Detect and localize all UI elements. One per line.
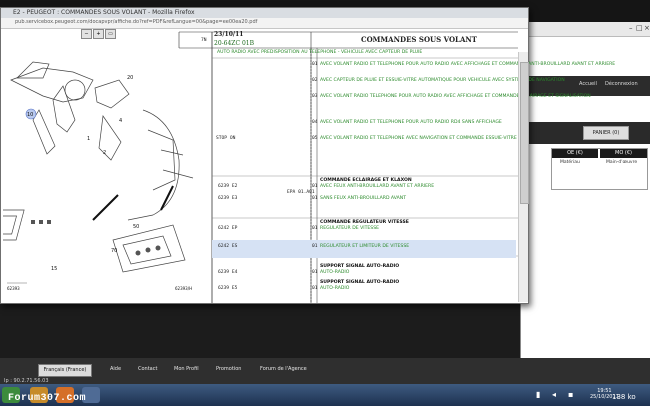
row-text[interactable]: REGULATEUR ET LIMITEUR DE VITESSE [320, 244, 409, 249]
callout-50: 50 [133, 224, 140, 230]
diagram-code-left: 62393 [7, 286, 20, 291]
popup-vertical-scrollbar[interactable] [518, 52, 529, 302]
row-text[interactable]: AVEC VOLANT RADIO ET TELEPHONE POUR AUTO… [320, 62, 615, 67]
cart-button[interactable]: PANIER (0) [583, 126, 629, 140]
row-ref: 01 [312, 184, 318, 189]
grid-header-mo: MO (€) [600, 149, 647, 158]
part-code: 6242 EP [218, 226, 238, 231]
price-grid: OE (€) MO (€) Matériau Main-d'œuvre [551, 148, 648, 190]
row-text[interactable]: AUTO-RADIO [320, 270, 349, 275]
part-code: 6239 E3 [218, 196, 238, 201]
language-select[interactable]: Français (France) [38, 364, 92, 377]
row-text[interactable]: AUTO-RADIO [320, 286, 349, 291]
row-text[interactable]: AVEC VOLANT RADIO TELEPHONE POUR AUTO RA… [320, 94, 591, 99]
close-icon[interactable]: × [644, 24, 650, 32]
section-title: SUPPORT SIGNAL AUTO-RADIO [320, 280, 400, 285]
row-text[interactable]: AVEC VOLANT RADIO ET TELEPHONE POUR AUTO… [320, 120, 502, 125]
row-ref: 02 [312, 78, 318, 83]
popup-title: E2 - PEUGEOT : COMMANDES SOUS VOLANT - M… [13, 9, 195, 16]
footer-link-profil[interactable]: Mon Profil [174, 366, 199, 372]
callout-1: 1 [87, 136, 91, 142]
callout-70: 70 [111, 248, 118, 254]
cart-bar: PANIER (0) [521, 122, 650, 144]
minimize-icon[interactable]: – [629, 24, 633, 32]
diagram-code-right: 62393/H [175, 286, 193, 291]
watermark-text: Forum307.com [8, 393, 87, 404]
row-ref: 01 [312, 270, 318, 275]
accueil-link[interactable]: Accueil [579, 81, 597, 87]
scrollbar-thumb[interactable] [520, 62, 529, 204]
transfer-rate: 138 ko [612, 393, 636, 401]
footer-link-promotion[interactable]: Promotion [216, 366, 241, 372]
volume-icon[interactable]: ◂ [552, 390, 556, 399]
steering-controls-diagram [3, 61, 194, 284]
maximize-icon[interactable]: □ [636, 24, 643, 32]
background-browser-window: – □ × Accueil Déconnexion PANIER (0) OE … [520, 22, 650, 358]
footer-link-contact[interactable]: Contact [138, 366, 157, 372]
grid-header-oe: OE (€) [552, 149, 598, 158]
row-text[interactable]: AVEC FEUX ANTI-BROUILLARD AVANT ET ARRIE… [320, 184, 434, 189]
section-title: SUPPORT SIGNAL AUTO-RADIO [320, 264, 400, 269]
row-ref: 01 [312, 226, 318, 231]
green-header-line: AUTO RADIO AVEC PREDISPOSITION AU TELEPH… [217, 50, 423, 55]
row-ref: 01 [312, 244, 318, 249]
row-ref: 03 [312, 94, 318, 99]
callout-20: 20 [127, 75, 134, 81]
site-footer: Français (France) Aide Contact Mon Profi… [0, 358, 650, 384]
row-ref: 01 [312, 196, 318, 201]
grid-value-labour: Main-d'œuvre [606, 160, 638, 165]
footer-link-aide[interactable]: Aide [110, 366, 121, 372]
callout-4: 4 [119, 118, 123, 124]
row-ref: 05 [312, 136, 318, 141]
row-text[interactable]: REGULATEUR DE VITESSE [320, 226, 379, 231]
row-ref: 01 [312, 62, 318, 67]
part-code: 6239 E2 [218, 184, 238, 189]
deconnexion-link[interactable]: Déconnexion [605, 81, 638, 87]
popup-url: pub.servicebox.peugeot.com/docapvpr/affi… [15, 19, 258, 25]
section-title: COMMANDE REGULATEUR VITESSE [320, 220, 409, 225]
mid-note: EPA 01.A01 [287, 190, 315, 195]
left-note: STOP ON [216, 136, 236, 141]
callout-15: 15 [51, 266, 58, 272]
highlighted-row[interactable] [212, 240, 516, 258]
network-icon[interactable]: ▮ [536, 390, 540, 399]
part-code: 6239 E4 [218, 270, 238, 275]
footer-link-forum[interactable]: Forum de l'Agence [260, 366, 307, 372]
row-ref: 01 [312, 286, 318, 291]
part-code: 6239 E5 [218, 286, 238, 291]
document-popup-window: E2 - PEUGEOT : COMMANDES SOUS VOLANT - M… [0, 7, 615, 304]
callout-10: 10 [27, 112, 34, 118]
battery-icon[interactable]: ▪ [568, 390, 573, 399]
row-ref: 04 [312, 120, 318, 125]
grid-value-material: Matériau [560, 160, 580, 165]
callout-2: 2 [103, 150, 107, 156]
section-title: COMMANDE ECLAIRAGE ET KLAXON [320, 178, 412, 183]
row-text[interactable]: SANS FEUX ANTI-BROUILLARD AVANT [320, 196, 406, 201]
row-text[interactable]: AVEC VOLANT RADIO ET TELEPHONE AVEC NAVI… [320, 136, 517, 141]
part-code: 6242 ES [218, 244, 238, 249]
